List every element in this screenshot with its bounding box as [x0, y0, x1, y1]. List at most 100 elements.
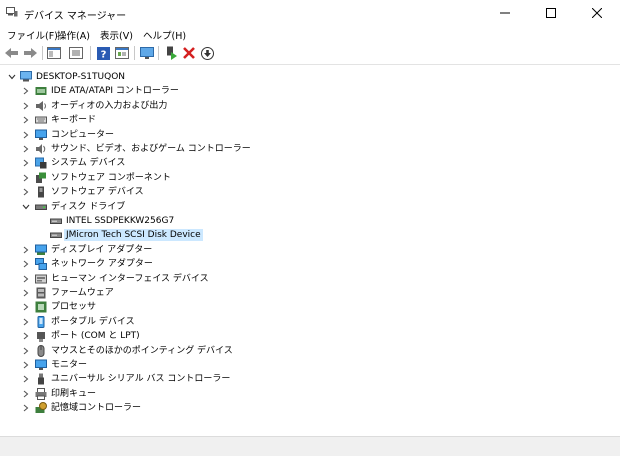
tree-node-label[interactable]: ヒューマン インターフェイス デバイス	[51, 273, 209, 285]
portable-device-icon	[37, 315, 45, 328]
minimize-button[interactable]	[482, 0, 528, 26]
tree-category-node[interactable]: サウンド、ビデオ、およびゲーム コントローラー	[0, 142, 620, 156]
expand-chevron-right-icon[interactable]	[21, 274, 31, 284]
properties-list-button[interactable]	[68, 45, 84, 61]
uninstall-device-button[interactable]	[181, 45, 197, 61]
tree-node-label[interactable]: DESKTOP-S1TUQON	[36, 71, 125, 83]
tree-node-label[interactable]: ネットワーク アダプター	[51, 258, 153, 270]
computer-root-icon	[20, 71, 32, 82]
menu-bar: ファイル(F) 操作(A) 表示(V) ヘルプ(H)	[0, 26, 620, 42]
expand-chevron-right-icon[interactable]	[21, 360, 31, 370]
tree-node-label[interactable]: キーボード	[51, 114, 96, 126]
close-button[interactable]	[574, 0, 620, 26]
expand-chevron-right-icon[interactable]	[21, 403, 31, 413]
tree-node-label[interactable]: JMicron Tech SCSI Disk Device	[64, 229, 203, 242]
tree-category-node[interactable]: 印刷キュー	[0, 387, 620, 401]
tree-node-label[interactable]: ファームウェア	[51, 287, 114, 299]
tree-root-node[interactable]: DESKTOP-S1TUQON	[0, 70, 620, 84]
scan-hardware-button[interactable]	[139, 45, 155, 61]
menu-file[interactable]: ファイル(F)	[7, 28, 58, 42]
tree-node-label[interactable]: ユニバーサル シリアル バス コントローラー	[51, 373, 230, 385]
tree-category-node[interactable]: ポータブル デバイス	[0, 315, 620, 329]
expand-chevron-down-icon[interactable]	[7, 72, 17, 82]
tree-category-node[interactable]: 記憶域コントローラー	[0, 401, 620, 415]
expand-chevron-right-icon[interactable]	[21, 317, 31, 327]
properties-button[interactable]	[114, 45, 130, 61]
tree-category-node[interactable]: マウスとそのほかのポインティング デバイス	[0, 344, 620, 358]
back-button[interactable]	[4, 45, 20, 61]
speaker-icon	[36, 100, 46, 111]
menu-action[interactable]: 操作(A)	[57, 28, 90, 42]
expand-chevron-right-icon[interactable]	[21, 115, 31, 125]
expand-chevron-right-icon[interactable]	[21, 144, 31, 154]
tree-node-label[interactable]: INTEL SSDPEKKW256G7	[66, 215, 174, 227]
tree-node-label[interactable]: コンピューター	[51, 129, 114, 141]
tree-category-node[interactable]: ソフトウェア コンポーネント	[0, 171, 620, 185]
forward-button[interactable]	[22, 45, 38, 61]
tree-category-node[interactable]: モニター	[0, 358, 620, 372]
tree-category-node[interactable]: コンピューター	[0, 128, 620, 142]
expand-chevron-right-icon[interactable]	[21, 158, 31, 168]
maximize-button[interactable]	[528, 0, 574, 26]
tree-category-node[interactable]: ディスク ドライブ	[0, 200, 620, 214]
tree-node-label[interactable]: サウンド、ビデオ、およびゲーム コントローラー	[51, 143, 251, 155]
tree-category-node[interactable]: オーディオの入力および出力	[0, 99, 620, 113]
tree-category-node[interactable]: ソフトウェア デバイス	[0, 185, 620, 199]
tree-category-node[interactable]: ネットワーク アダプター	[0, 257, 620, 271]
help-button[interactable]: ?	[95, 45, 111, 61]
toolbar: ?	[0, 42, 620, 65]
tree-category-node[interactable]: ポート (COM と LPT)	[0, 329, 620, 343]
expand-chevron-right-icon[interactable]	[21, 130, 31, 140]
tree-node-label[interactable]: 記憶域コントローラー	[51, 402, 141, 414]
show-hide-console-tree-button[interactable]	[46, 45, 62, 61]
expand-chevron-right-icon[interactable]	[21, 173, 31, 183]
network-adapter-icon	[35, 258, 47, 271]
expand-chevron-right-icon[interactable]	[21, 389, 31, 399]
tree-category-node[interactable]: プロセッサ	[0, 300, 620, 314]
tree-node-label[interactable]: ディスプレイ アダプター	[51, 244, 152, 256]
tree-device-node[interactable]: JMicron Tech SCSI Disk Device	[0, 228, 620, 242]
tree-category-node[interactable]: IDE ATA/ATAPI コントローラー	[0, 84, 620, 98]
tree-node-label[interactable]: ソフトウェア コンポーネント	[51, 172, 171, 184]
expand-chevron-right-icon[interactable]	[21, 346, 31, 356]
disable-device-button[interactable]	[199, 45, 215, 61]
firmware-icon	[36, 287, 46, 299]
expand-chevron-right-icon[interactable]	[21, 302, 31, 312]
expand-chevron-right-icon[interactable]	[21, 245, 31, 255]
tree-node-label[interactable]: ディスク ドライブ	[51, 201, 125, 213]
tree-device-node[interactable]: INTEL SSDPEKKW256G7	[0, 214, 620, 228]
tree-node-label[interactable]: ポータブル デバイス	[51, 316, 135, 328]
window-title: デバイス マネージャー	[24, 11, 127, 22]
expand-chevron-right-icon[interactable]	[21, 374, 31, 384]
menu-help[interactable]: ヘルプ(H)	[143, 28, 186, 42]
tree-category-node[interactable]: キーボード	[0, 113, 620, 127]
tree-node-label[interactable]: マウスとそのほかのポインティング デバイス	[51, 345, 233, 357]
update-driver-button[interactable]	[163, 45, 179, 61]
mouse-icon	[37, 344, 45, 357]
tree-node-label[interactable]: モニター	[51, 359, 87, 371]
expand-chevron-right-icon[interactable]	[21, 288, 31, 298]
device-manager-app-icon	[6, 7, 18, 17]
expand-chevron-right-icon[interactable]	[21, 187, 31, 197]
tree-category-node[interactable]: ユニバーサル シリアル バス コントローラー	[0, 372, 620, 386]
tree-node-label[interactable]: プロセッサ	[51, 301, 96, 313]
usb-icon	[38, 373, 44, 385]
tree-node-label[interactable]: 印刷キュー	[51, 388, 96, 400]
tree-node-label[interactable]: ソフトウェア デバイス	[51, 186, 144, 198]
expand-chevron-down-icon[interactable]	[21, 202, 31, 212]
tree-node-label[interactable]: ポート (COM と LPT)	[51, 330, 140, 342]
tree-node-label[interactable]: オーディオの入力および出力	[51, 100, 167, 112]
expand-chevron-right-icon[interactable]	[21, 331, 31, 341]
menu-view[interactable]: 表示(V)	[100, 28, 133, 42]
expand-chevron-right-icon[interactable]	[21, 86, 31, 96]
expand-chevron-right-icon[interactable]	[21, 101, 31, 111]
tree-category-node[interactable]: ディスプレイ アダプター	[0, 243, 620, 257]
tree-node-label[interactable]: システム デバイス	[51, 157, 125, 169]
tree-category-node[interactable]: ヒューマン インターフェイス デバイス	[0, 272, 620, 286]
tree-node-label[interactable]: IDE ATA/ATAPI コントローラー	[51, 85, 179, 97]
tree-category-node[interactable]: ファームウェア	[0, 286, 620, 300]
toolbar-separator	[134, 46, 135, 60]
expand-chevron-right-icon[interactable]	[21, 259, 31, 269]
printer-icon	[35, 387, 47, 400]
tree-category-node[interactable]: システム デバイス	[0, 156, 620, 170]
